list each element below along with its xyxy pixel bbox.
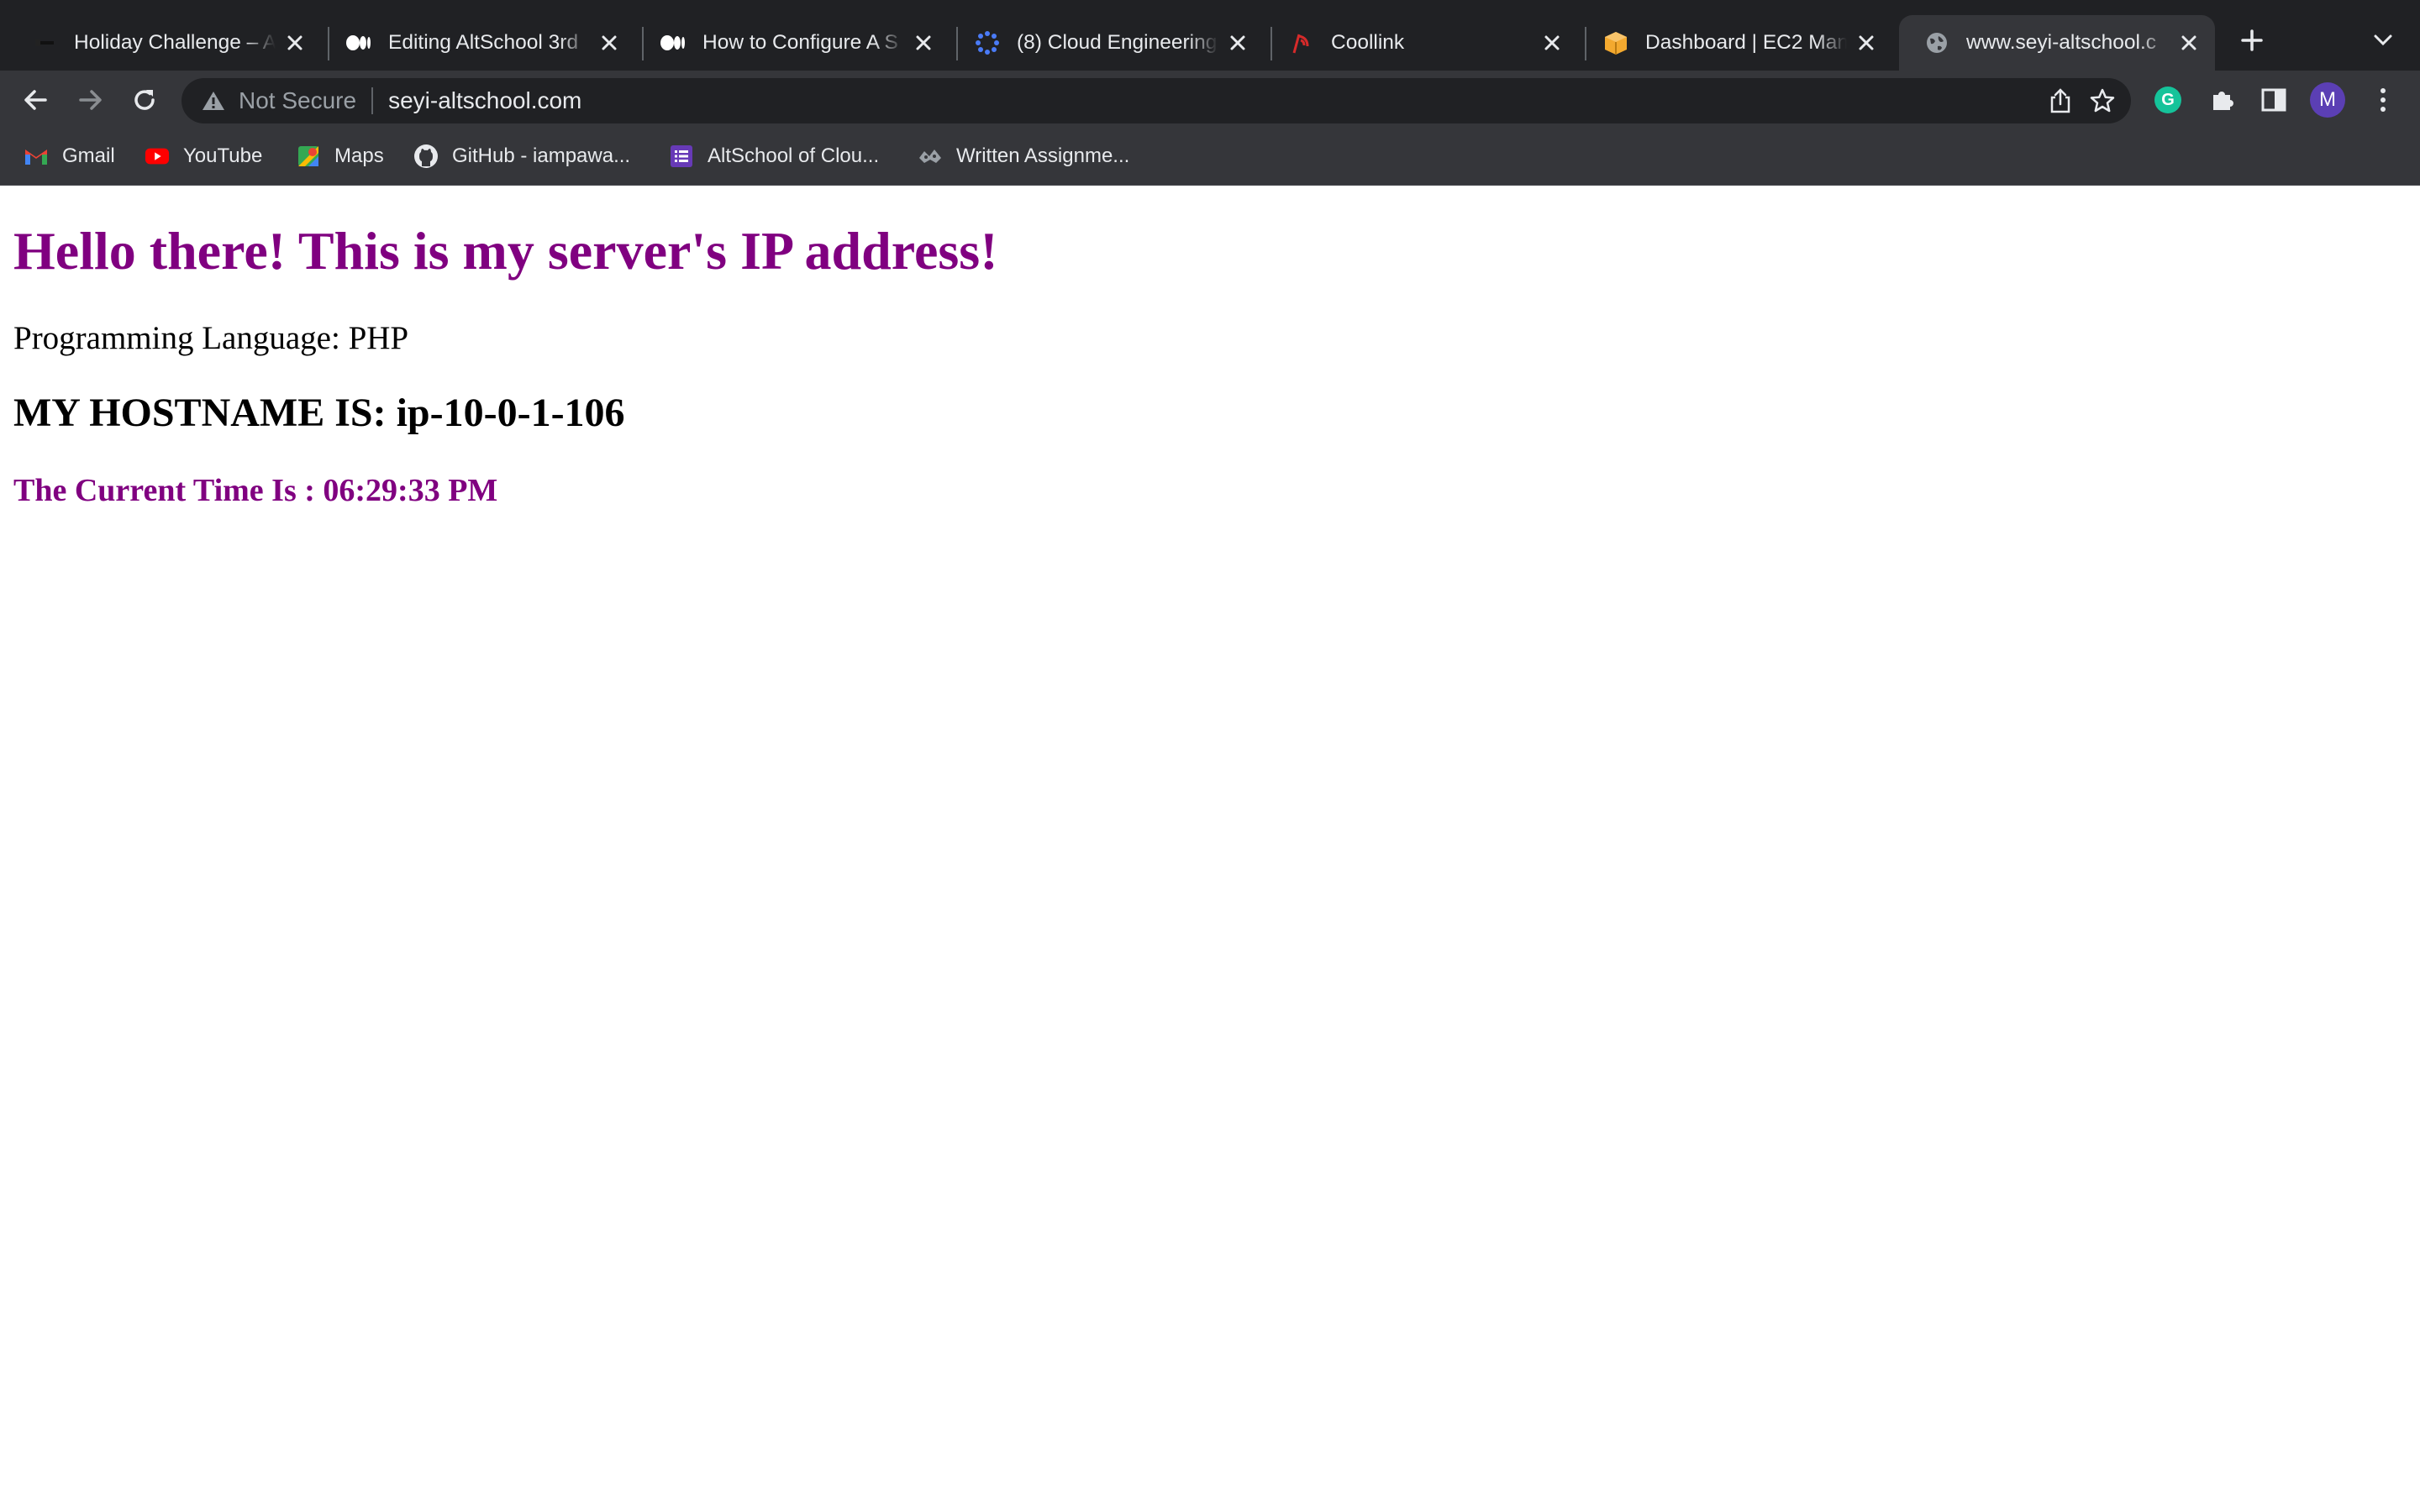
bookmark-label: Maps xyxy=(334,144,384,167)
reload-button[interactable] xyxy=(126,81,163,118)
globe-icon xyxy=(1924,30,1949,55)
new-tab-button[interactable] xyxy=(2235,24,2269,57)
security-label[interactable]: Not Secure xyxy=(239,87,356,114)
chevron-down-icon xyxy=(2374,34,2392,46)
assignment-icon xyxy=(918,144,943,169)
warning-triangle-icon[interactable] xyxy=(200,87,227,114)
tab-search-button[interactable] xyxy=(2368,25,2398,55)
medium-icon xyxy=(660,30,686,55)
profile-initial: M xyxy=(2319,88,2336,111)
tab-title: www.seyi-altschool.c xyxy=(1966,31,2157,54)
toolbar: Not Secure seyi-altschool.com G M xyxy=(0,71,2420,129)
kebab-menu-icon xyxy=(2381,88,2386,112)
bookmark-written-assignment[interactable]: Written Assignme... xyxy=(918,138,1129,175)
forward-button[interactable] xyxy=(72,81,109,118)
close-icon[interactable] xyxy=(1539,30,1565,55)
reload-icon xyxy=(134,90,155,110)
bookmarks-bar: Gmail YouTube Maps GitHub - iampawa... A… xyxy=(0,129,2420,186)
bookmark-youtube[interactable]: YouTube xyxy=(145,138,262,175)
extension-initial: G xyxy=(2161,90,2175,109)
close-icon[interactable] xyxy=(282,30,308,55)
tab-ec2-dashboard[interactable]: Dashboard | EC2 Man xyxy=(1578,15,1892,71)
tab-strip: Holiday Challenge – A Editing AltSchool … xyxy=(0,0,2420,71)
bookmark-label: YouTube xyxy=(183,144,263,167)
current-time: The Current Time Is : 06:29:33 PM xyxy=(13,473,498,508)
flag-icon xyxy=(32,30,57,55)
bookmark-github[interactable]: GitHub - iampawa... xyxy=(413,138,630,175)
divider xyxy=(371,87,374,114)
bookmark-label: AltSchool of Clou... xyxy=(708,144,880,167)
tab-coollink[interactable]: Coollink xyxy=(1264,15,1578,71)
close-icon[interactable] xyxy=(2176,30,2202,55)
bookmark-label: GitHub - iampawa... xyxy=(452,144,631,167)
share-icon[interactable] xyxy=(2042,82,2079,119)
youtube-icon xyxy=(145,144,170,169)
circle-dots-icon xyxy=(975,30,1000,55)
bookmark-label: Gmail xyxy=(62,144,115,167)
list-icon xyxy=(669,144,694,169)
programming-language: Programming Language: PHP xyxy=(13,320,409,356)
tab-how-to-configure[interactable]: How to Configure A S xyxy=(635,15,950,71)
close-icon[interactable] xyxy=(911,30,936,55)
bookmark-label: Written Assignme... xyxy=(956,144,1130,167)
grammarly-extension[interactable]: G xyxy=(2149,81,2186,118)
page-heading: Hello there! This is my server's IP addr… xyxy=(13,221,998,281)
gmail-icon xyxy=(24,144,49,169)
plus-icon xyxy=(2241,29,2263,51)
hostname-heading: MY HOSTNAME IS: ip-10-0-1-106 xyxy=(13,391,625,435)
tab-title: Holiday Challenge – A xyxy=(74,31,276,54)
tab-title: Editing AltSchool 3rd xyxy=(388,31,579,54)
menu-button[interactable] xyxy=(2365,81,2402,118)
puzzle-icon xyxy=(2213,92,2233,110)
medium-icon xyxy=(346,30,371,55)
side-panel-icon xyxy=(2261,88,2286,112)
bookmark-maps[interactable]: Maps xyxy=(296,138,384,175)
close-icon[interactable] xyxy=(1854,30,1879,55)
github-icon xyxy=(413,144,439,169)
signal-icon xyxy=(1289,30,1314,55)
tab-title: How to Configure A S xyxy=(702,31,898,54)
tab-seyi-altschool[interactable]: www.seyi-altschool.c xyxy=(1899,15,2215,71)
tab-title: Coollink xyxy=(1331,31,1405,54)
address-bar[interactable]: Not Secure seyi-altschool.com xyxy=(182,78,2131,123)
extensions-button[interactable] xyxy=(2203,81,2240,118)
url-text[interactable]: seyi-altschool.com xyxy=(388,87,581,114)
bookmark-altschool[interactable]: AltSchool of Clou... xyxy=(669,138,879,175)
aws-box-icon xyxy=(1603,30,1628,55)
tab-title: Dashboard | EC2 Man xyxy=(1645,31,1847,54)
tab-title: (8) Cloud Engineering xyxy=(1017,31,1218,54)
tab-holiday-challenge[interactable]: Holiday Challenge – A xyxy=(7,15,321,71)
forward-arrow-icon xyxy=(79,90,102,110)
close-icon[interactable] xyxy=(1225,30,1250,55)
back-button[interactable] xyxy=(17,81,54,118)
profile-avatar[interactable]: M xyxy=(2309,81,2346,118)
back-arrow-icon xyxy=(24,90,47,110)
close-icon[interactable] xyxy=(597,30,622,55)
bookmark-gmail[interactable]: Gmail xyxy=(24,138,115,175)
maps-icon xyxy=(296,144,321,169)
browser-chrome: Holiday Challenge – A Editing AltSchool … xyxy=(0,0,2420,186)
tab-editing-altschool[interactable]: Editing AltSchool 3rd xyxy=(321,15,635,71)
star-icon[interactable] xyxy=(2084,82,2121,119)
side-panel-button[interactable] xyxy=(2255,81,2292,118)
tab-cloud-engineering[interactable]: (8) Cloud Engineering xyxy=(950,15,1264,71)
